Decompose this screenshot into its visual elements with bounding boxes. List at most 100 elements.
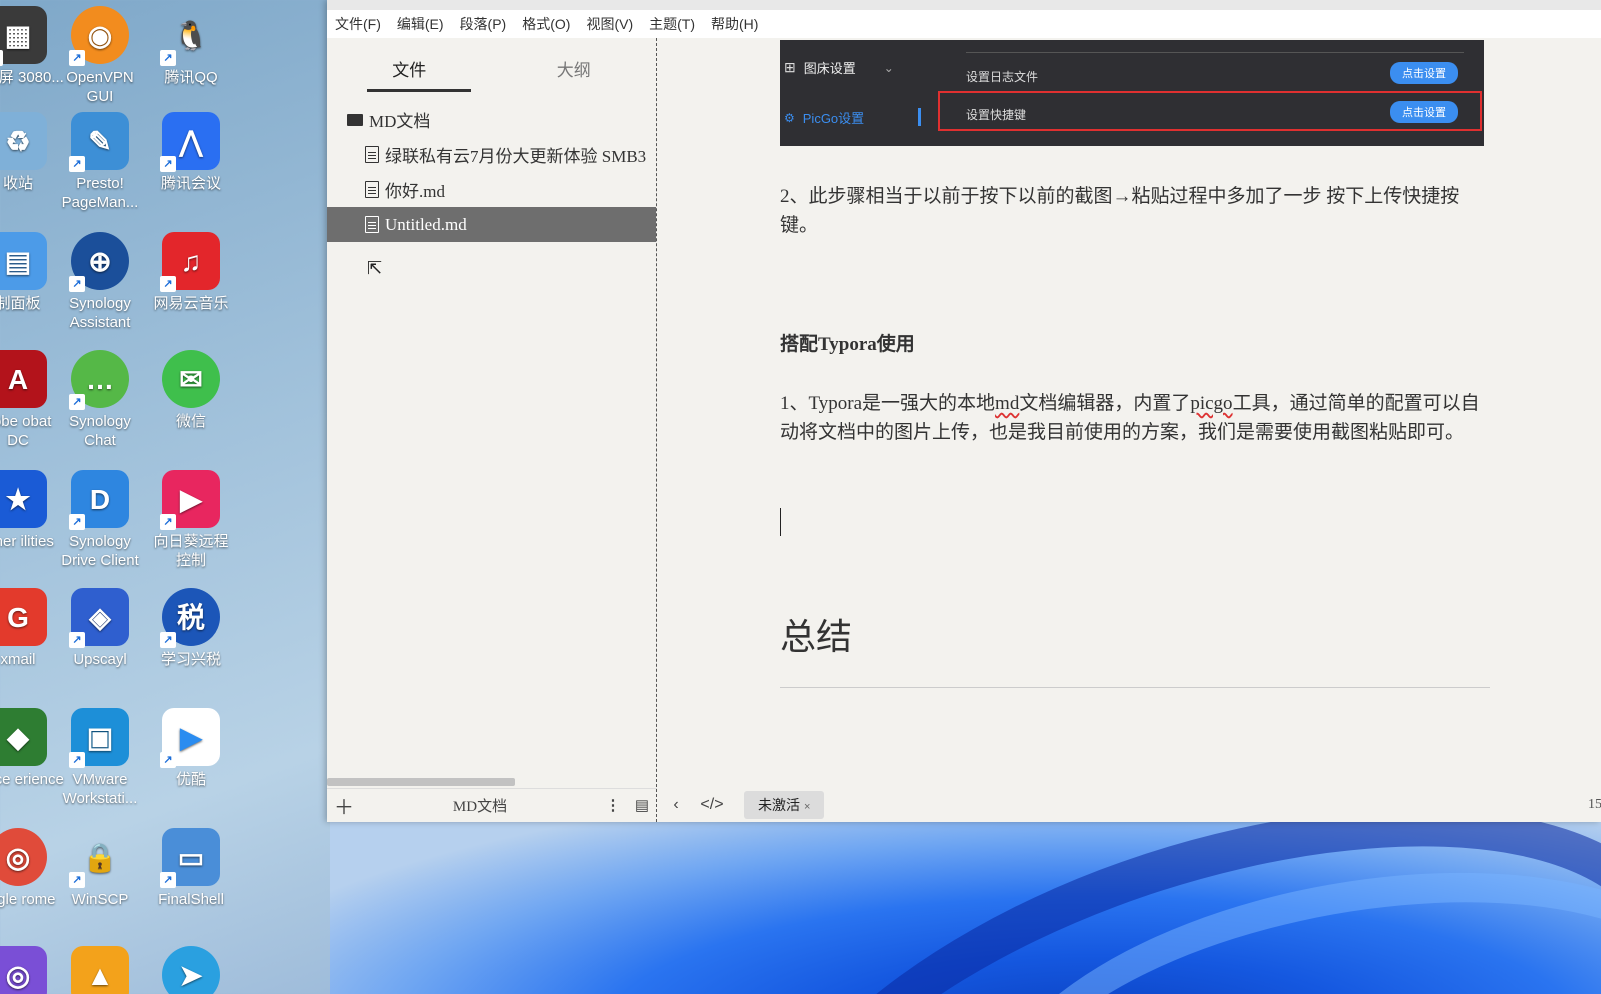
embedded-screenshot-image: ⊞ 图床设置 ⌄ 设置日志文件 点击设置 ⚙ PicGo设置 设置快捷键 点击设… <box>780 40 1484 146</box>
partial-app-icon: ▲ <box>71 946 129 994</box>
file-sidebar: 文件 大纲 MD文档 绿联私有云7月份大更新体验 SMB3 你好.md Unti… <box>327 38 657 822</box>
desktop-icon[interactable]: ▶ ↗ 优酷 <box>145 708 237 789</box>
desktop-icon[interactable]: ⊕ ↗ Synology Assistant <box>54 232 146 332</box>
brother-utilities-icon: ★ <box>0 470 47 528</box>
shot-nav-item-active: ⚙ PicGo设置 <box>784 110 865 127</box>
telegram-icon: ➤ <box>162 946 220 994</box>
winscp-lock-icon: 🔒 ↗ <box>69 828 129 888</box>
sidebar-scrollbar[interactable] <box>327 778 515 786</box>
desktop-icon[interactable]: ▭ ↗ FinalShell <box>145 828 237 909</box>
desktop-icon-partial[interactable]: ▲ <box>54 946 146 994</box>
menu-edit[interactable]: 编辑(E) <box>397 14 444 34</box>
heading-summary: 总结 <box>780 617 853 657</box>
desktop-icon[interactable]: ◉ ↗ OpenVPN GUI <box>54 6 146 106</box>
title-bar[interactable] <box>327 0 1601 10</box>
paragraph-typora: 1、Typora是一强大的本地md文档编辑器，内置了picgo工具，通过简单的配… <box>780 393 1480 443</box>
tax-app-icon: 税 ↗ <box>160 588 220 648</box>
desktop-icon[interactable]: ✎ ↗ Presto! PageMan... <box>54 112 146 212</box>
recorder-app-icon: ▦↗ <box>0 6 47 66</box>
desktop-icon[interactable]: … ↗ Synology Chat <box>54 350 146 450</box>
list-view-icon[interactable]: ▤ <box>627 796 657 815</box>
tab-files[interactable]: 文件 <box>327 38 492 92</box>
folder-icon <box>347 113 363 126</box>
recycle-bin-icon: ♻ <box>0 112 47 170</box>
synology-drive-icon: D ↗ <box>69 470 129 530</box>
qq-penguin-icon: 🐧 ↗ <box>160 6 220 66</box>
menu-help[interactable]: 帮助(H) <box>711 14 758 34</box>
activation-badge[interactable]: 未激活 × <box>744 791 825 819</box>
finalshell-icon: ▭ ↗ <box>160 828 220 888</box>
chevron-down-icon: ⌄ <box>883 60 894 75</box>
typora-window: 文件(F) 编辑(E) 段落(P) 格式(O) 视图(V) 主题(T) 帮助(H… <box>327 0 1601 822</box>
desktop-icon[interactable]: ♫ ↗ 网易云音乐 <box>145 232 237 313</box>
add-file-icon[interactable]: ＋ <box>327 791 361 820</box>
wechat-icon: ✉ <box>162 350 220 408</box>
desktop-icon[interactable]: 税 ↗ 学习兴税 <box>145 588 237 669</box>
chevron-left-icon[interactable]: ‹ <box>658 796 694 814</box>
desktop-icon[interactable]: ◈ ↗ Upscayl <box>54 588 146 669</box>
document-icon <box>365 181 379 198</box>
menu-bar: 文件(F) 编辑(E) 段落(P) 格式(O) 视图(V) 主题(T) 帮助(H… <box>327 10 1601 38</box>
upscayl-icon: ◈ ↗ <box>69 588 129 648</box>
shot-button: 点击设置 <box>1390 62 1458 84</box>
desktop-icon[interactable]: D ↗ Synology Drive Client <box>54 470 146 570</box>
section-heading: 搭配Typora使用 <box>780 334 915 355</box>
gear-icon: ⚙ <box>784 110 795 125</box>
folder-label: MD文档 <box>369 112 431 131</box>
menu-theme[interactable]: 主题(T) <box>649 14 695 34</box>
menu-format[interactable]: 格式(O) <box>522 14 570 34</box>
file-label: 你好.md <box>385 182 445 201</box>
paragraph-step2: 2、此步骤相当于以前于按下以前的截图→粘贴过程中多加了一步 按下上传快捷按键。 <box>780 186 1460 236</box>
desktop-icon[interactable]: ⋀ ↗ 腾讯会议 <box>145 112 237 193</box>
file-tree: MD文档 绿联私有云7月份大更新体验 SMB3 你好.md Untitled.m… <box>327 102 656 242</box>
divider <box>966 52 1464 53</box>
youku-icon: ▶ ↗ <box>160 708 220 768</box>
word-count[interactable]: 154 <box>1588 797 1601 813</box>
menu-file[interactable]: 文件(F) <box>335 14 381 34</box>
partial-app-icon: ◎ <box>0 946 47 994</box>
desktop-icon[interactable]: ▶ ↗ 向日葵远程 控制 <box>145 470 237 570</box>
netease-music-icon: ♫ ↗ <box>160 232 220 292</box>
presto-pagemanager-icon: ✎ ↗ <box>69 112 129 172</box>
mouse-pointer-icon: ⇱ <box>367 258 383 279</box>
file-label: 绿联私有云7月份大更新体验 SMB3 <box>385 147 647 166</box>
file-item[interactable]: 绿联私有云7月份大更新体验 SMB3 <box>327 137 656 172</box>
foxmail-icon: G <box>0 588 47 646</box>
folder-item[interactable]: MD文档 <box>327 102 656 137</box>
control-panel-icon: ▤ <box>0 232 47 290</box>
desktop-icon[interactable]: ▣ ↗ VMware Workstati... <box>54 708 146 808</box>
grid-icon: ⊞ <box>784 59 796 75</box>
vmware-workstation-icon: ▣ ↗ <box>69 708 129 768</box>
file-label: Untitled.md <box>385 214 467 234</box>
synology-assistant-icon: ⊕ ↗ <box>69 232 129 292</box>
shot-button: 点击设置 <box>1390 101 1458 123</box>
source-code-icon[interactable]: </> <box>694 796 730 814</box>
editor-pane[interactable]: ⊞ 图床设置 ⌄ 设置日志文件 点击设置 ⚙ PicGo设置 设置快捷键 点击设… <box>658 38 1601 788</box>
shot-row: 设置日志文件 <box>966 70 1039 84</box>
shot-row: 设置快捷键 <box>966 108 1027 122</box>
shot-nav-item: ⊞ 图床设置 ⌄ <box>784 59 894 76</box>
menu-paragraph[interactable]: 段落(P) <box>460 14 507 34</box>
menu-view[interactable]: 视图(V) <box>586 14 633 34</box>
file-item-selected[interactable]: Untitled.md <box>327 207 656 242</box>
openvpn-icon: ◉ ↗ <box>69 6 129 66</box>
acrobat-icon: A <box>0 350 47 408</box>
desktop-icon[interactable]: 🔒 ↗ WinSCP <box>54 828 146 909</box>
sidebar-footer: ＋ MD文档 ⋮ ▤ <box>327 788 657 822</box>
document-icon <box>365 216 379 233</box>
more-options-icon[interactable]: ⋮ <box>599 796 627 815</box>
tab-outline[interactable]: 大纲 <box>492 38 657 92</box>
close-icon[interactable]: × <box>804 801 810 813</box>
desktop-icon[interactable]: 🐧 ↗ 腾讯QQ <box>145 6 237 87</box>
desktop-icon-partial[interactable]: ➤ <box>145 946 237 994</box>
chrome-icon: ◎ <box>0 828 47 886</box>
desktop-icon[interactable]: ✉ 微信 <box>145 350 237 431</box>
active-indicator <box>918 108 921 126</box>
synology-chat-icon: … ↗ <box>69 350 129 410</box>
tencent-meeting-icon: ⋀ ↗ <box>160 112 220 172</box>
geforce-experience-icon: ◆ <box>0 708 47 766</box>
file-item[interactable]: 你好.md <box>327 172 656 207</box>
current-folder-label: MD文档 <box>452 799 508 815</box>
document-icon <box>365 146 379 163</box>
sunlogin-remote-icon: ▶ ↗ <box>160 470 220 530</box>
